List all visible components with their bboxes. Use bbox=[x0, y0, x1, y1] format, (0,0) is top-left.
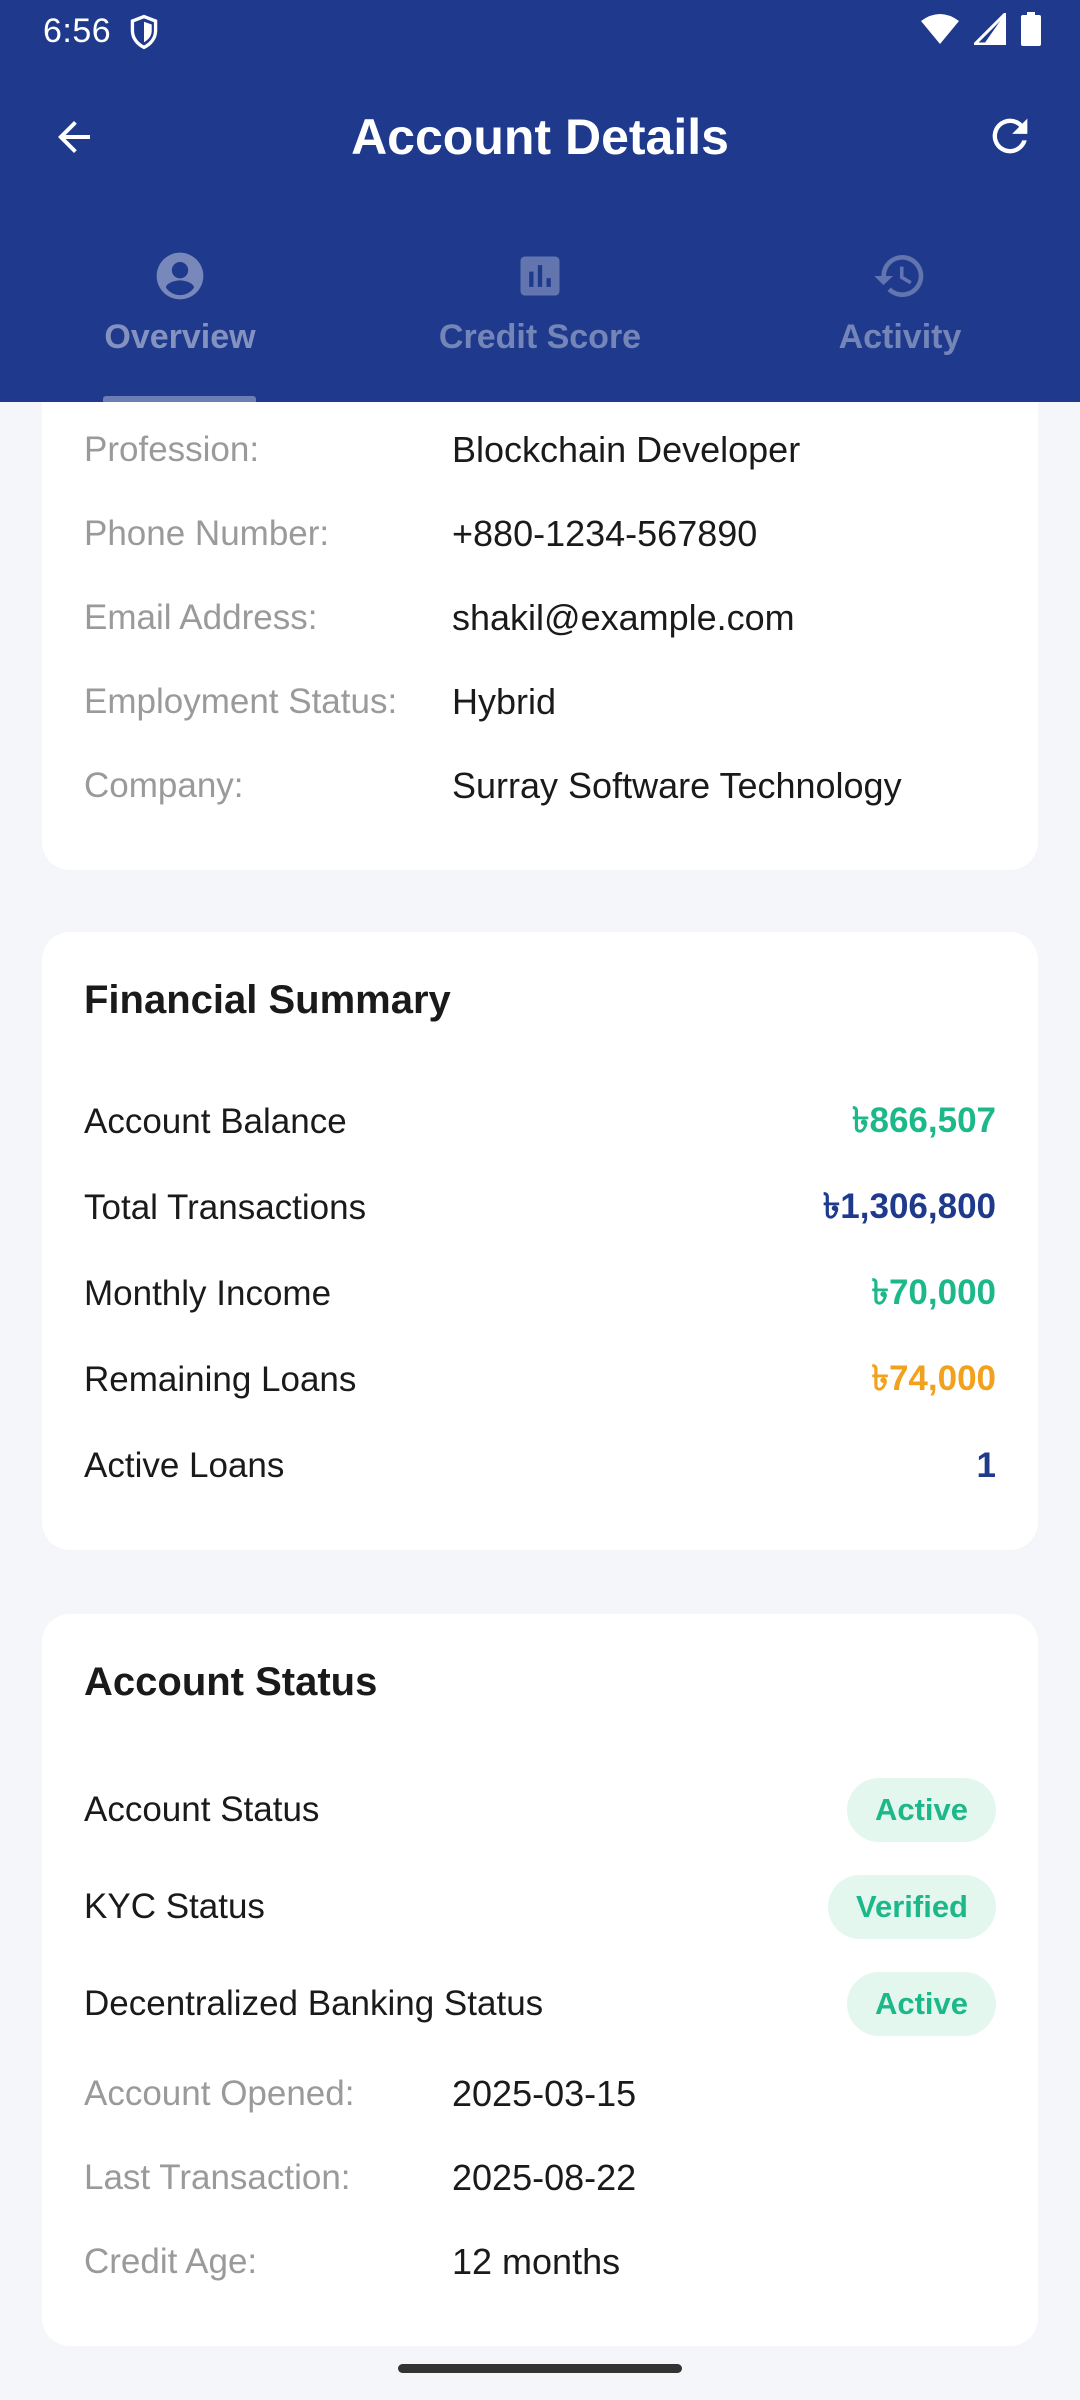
app-header: 6:56 Account Details Overview Credit Sco… bbox=[0, 0, 1080, 402]
status-info-value: 12 months bbox=[452, 2241, 621, 2282]
info-row-company: Company: Surray Software Technology bbox=[84, 756, 996, 816]
fin-row-balance: Account Balance ৳866,507 bbox=[84, 1092, 996, 1152]
tab-label: Activity bbox=[838, 318, 962, 356]
bar-chart-icon bbox=[512, 248, 568, 304]
account-circle-icon bbox=[152, 248, 208, 304]
page-title: Account Details bbox=[351, 109, 729, 165]
info-label: Employment Status: bbox=[84, 682, 398, 721]
wifi-icon bbox=[920, 13, 960, 50]
info-label: Company: bbox=[84, 766, 244, 805]
financial-summary-title: Financial Summary bbox=[84, 978, 451, 1022]
status-row-decentralized: Decentralized Banking Status Active bbox=[84, 1972, 996, 2036]
status-badge: Active bbox=[846, 1972, 996, 2036]
personal-info-card: Profession: Blockchain Developer Phone N… bbox=[42, 360, 1038, 870]
fin-label: Active Loans bbox=[84, 1446, 285, 1485]
battery-icon bbox=[1020, 12, 1042, 51]
info-value: Surray Software Technology bbox=[452, 765, 902, 806]
info-label: Profession: bbox=[84, 430, 260, 469]
fin-value: 1 bbox=[976, 1446, 996, 1485]
info-label: Phone Number: bbox=[84, 514, 330, 553]
status-badge: Verified bbox=[828, 1875, 996, 1939]
status-info-value: 2025-08-22 bbox=[452, 2157, 637, 2198]
fin-label: Account Balance bbox=[84, 1102, 347, 1141]
fin-label: Monthly Income bbox=[84, 1274, 332, 1313]
status-label: KYC Status bbox=[84, 1887, 265, 1926]
fin-row-remaining-loans: Remaining Loans ৳74,000 bbox=[84, 1350, 996, 1410]
account-status-title: Account Status bbox=[84, 1660, 378, 1704]
info-label: Email Address: bbox=[84, 598, 318, 637]
status-row-last-transaction: Last Transaction: 2025-08-22 bbox=[84, 2148, 996, 2208]
info-row-employment: Employment Status: Hybrid bbox=[84, 672, 996, 732]
fin-row-income: Monthly Income ৳70,000 bbox=[84, 1264, 996, 1324]
home-indicator bbox=[398, 2364, 682, 2373]
tab-activity[interactable]: Activity bbox=[720, 240, 1080, 402]
status-info-label: Credit Age: bbox=[84, 2242, 258, 2281]
info-value: Blockchain Developer bbox=[452, 429, 801, 470]
info-row-phone: Phone Number: +880-1234-567890 bbox=[84, 504, 996, 564]
refresh-icon bbox=[992, 118, 1028, 154]
tab-label: Credit Score bbox=[438, 318, 642, 356]
info-row-email: Email Address: shakil@example.com bbox=[84, 588, 996, 648]
fin-label: Remaining Loans bbox=[84, 1360, 357, 1399]
system-icons bbox=[920, 10, 1042, 51]
fin-row-transactions: Total Transactions ৳1,306,800 bbox=[84, 1178, 996, 1238]
status-label: Decentralized Banking Status bbox=[84, 1984, 544, 2023]
status-row-credit-age: Credit Age: 12 months bbox=[84, 2232, 996, 2292]
refresh-button[interactable] bbox=[980, 106, 1040, 166]
tab-credit-score[interactable]: Credit Score bbox=[360, 240, 720, 402]
info-value: Hybrid bbox=[452, 681, 557, 722]
history-icon bbox=[872, 248, 928, 304]
tab-label: Overview bbox=[104, 318, 256, 356]
info-row-profession: Profession: Blockchain Developer bbox=[84, 420, 996, 480]
info-value: +880-1234-567890 bbox=[452, 513, 758, 554]
status-row-account: Account Status Active bbox=[84, 1778, 996, 1842]
fin-label: Total Transactions bbox=[84, 1188, 367, 1227]
status-badge: Active bbox=[846, 1778, 996, 1842]
status-row-opened: Account Opened: 2025-03-15 bbox=[84, 2064, 996, 2124]
status-info-label: Last Transaction: bbox=[84, 2158, 351, 2197]
status-time: 6:56 bbox=[43, 12, 112, 50]
fin-value: ৳1,306,800 bbox=[822, 1186, 996, 1226]
tab-overview[interactable]: Overview bbox=[0, 240, 360, 402]
fin-value: ৳866,507 bbox=[852, 1100, 996, 1140]
status-label: Account Status bbox=[84, 1790, 320, 1829]
tab-indicator bbox=[103, 396, 256, 402]
fin-value: ৳74,000 bbox=[871, 1358, 996, 1398]
shield-icon bbox=[128, 14, 160, 50]
account-status-card: Account Status Account Status Active KYC… bbox=[42, 1614, 1038, 2346]
status-row-kyc: KYC Status Verified bbox=[84, 1875, 996, 1939]
status-info-value: 2025-03-15 bbox=[452, 2073, 637, 2114]
fin-value: ৳70,000 bbox=[871, 1272, 996, 1312]
status-info-label: Account Opened: bbox=[84, 2074, 355, 2113]
tab-bar: Overview Credit Score Activity bbox=[0, 240, 1080, 402]
app-bar: Account Details bbox=[0, 80, 1080, 196]
info-value: shakil@example.com bbox=[452, 597, 795, 638]
fin-row-active-loans: Active Loans 1 bbox=[84, 1436, 996, 1496]
signal-icon bbox=[971, 10, 1007, 50]
financial-summary-card: Financial Summary Account Balance ৳866,5… bbox=[42, 932, 1038, 1550]
status-bar: 6:56 bbox=[0, 0, 1080, 64]
